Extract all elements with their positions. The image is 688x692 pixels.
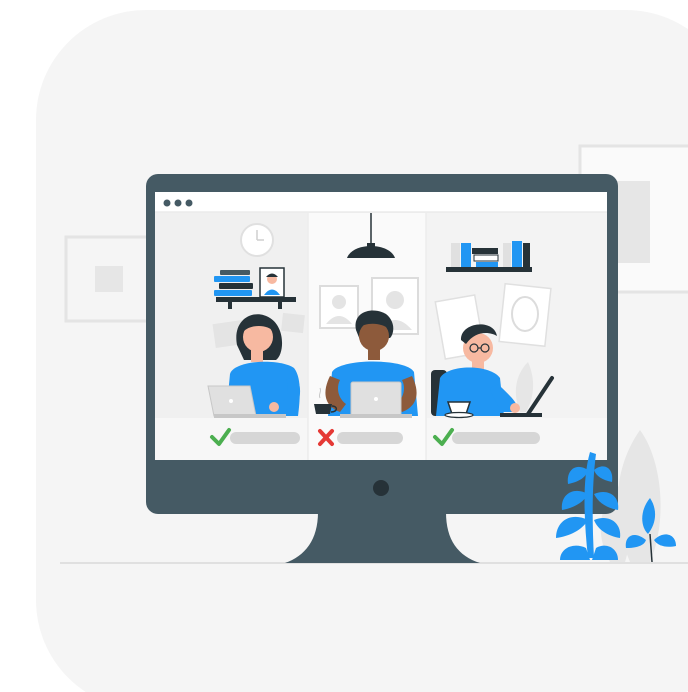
- wall-mask-drawing: [498, 282, 552, 348]
- laptop-icon: [340, 381, 412, 418]
- status-bar: [452, 432, 540, 444]
- participant-panel-middle[interactable]: [307, 213, 427, 460]
- clock-icon: [240, 223, 274, 257]
- wall-portrait: [319, 285, 359, 329]
- participant-panel-right[interactable]: [427, 213, 607, 446]
- monitor-power-button[interactable]: [373, 480, 389, 496]
- window-title-bar: [155, 192, 607, 213]
- status-bar: [230, 432, 300, 444]
- faded-picture: [281, 312, 305, 334]
- window-dots-icon[interactable]: [163, 199, 193, 207]
- participant-panel-left[interactable]: [155, 213, 307, 446]
- illustration-stage: [0, 0, 688, 692]
- video-call-illustration: [36, 10, 688, 692]
- status-bar: [337, 432, 403, 444]
